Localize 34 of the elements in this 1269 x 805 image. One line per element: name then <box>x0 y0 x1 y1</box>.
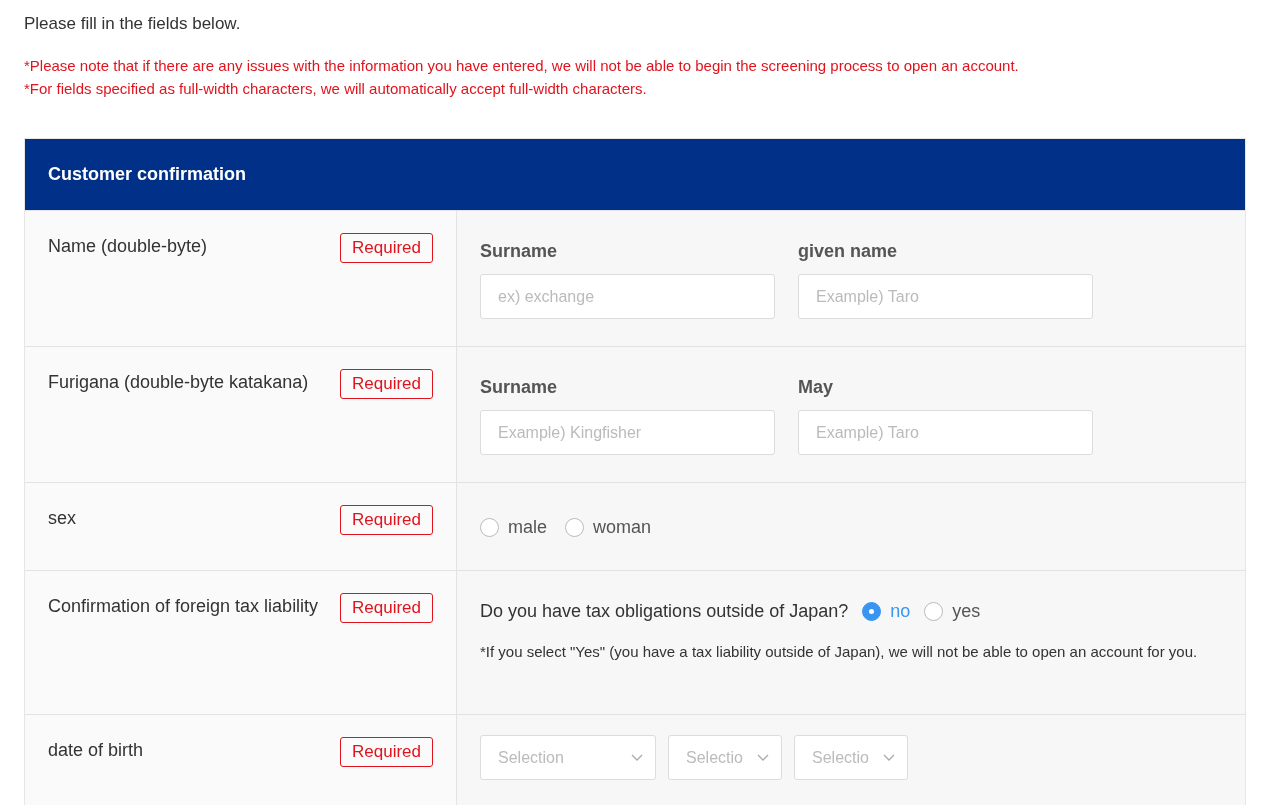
select-dropdown[interactable]: Selectio <box>794 735 908 780</box>
required-badge: Required <box>340 233 433 263</box>
caret-icon <box>757 753 769 762</box>
required-badge: Required <box>340 505 433 535</box>
notice-text: *Please note that if there are any issues with the information you have entered, we will not be able to begin the screening process to open an account. <box>24 56 1020 76</box>
radio-option[interactable]: no <box>862 601 911 622</box>
notice-text: *For fields specified as full-width characters, we will automatically accept full-width characters. <box>24 79 648 99</box>
input-field[interactable]: Example) Taro <box>798 274 1093 319</box>
required-badge: Required <box>340 369 433 399</box>
radio-option[interactable]: woman <box>565 517 652 538</box>
row-label: Name (double-byte) <box>48 235 208 257</box>
question-text: Do you have tax obligations outside of Japan? <box>480 601 849 622</box>
row-label: Confirmation of foreign tax liability <box>48 595 319 617</box>
input-field[interactable]: Example) Taro <box>798 410 1093 455</box>
caret-icon <box>883 753 895 762</box>
field-label: Surname <box>480 377 558 398</box>
field-label: Surname <box>480 241 558 262</box>
caret-icon <box>631 753 643 762</box>
section-title: Customer confirmation <box>48 164 247 185</box>
radio-option[interactable]: male <box>480 517 547 538</box>
row-label: date of birth <box>48 739 144 761</box>
note-text: *If you select "Yes" (you have a tax liability outside of Japan), we will not be able to open an account for you. <box>480 642 1199 662</box>
input-field[interactable]: Example) Kingfisher <box>480 410 775 455</box>
input-field[interactable]: ex) exchange <box>480 274 775 319</box>
select-dropdown[interactable]: Selectio <box>668 735 782 780</box>
required-badge: Required <box>340 593 433 623</box>
row-label: sex <box>48 507 76 529</box>
intro-text: Please fill in the fields below. <box>24 14 242 34</box>
row-label: Furigana (double-byte katakana) <box>48 371 309 393</box>
radio-option[interactable]: yes <box>924 601 981 622</box>
select-dropdown[interactable]: Selection <box>480 735 656 780</box>
required-badge: Required <box>340 737 433 767</box>
field-label: given name <box>798 241 898 262</box>
field-label: May <box>798 377 833 398</box>
